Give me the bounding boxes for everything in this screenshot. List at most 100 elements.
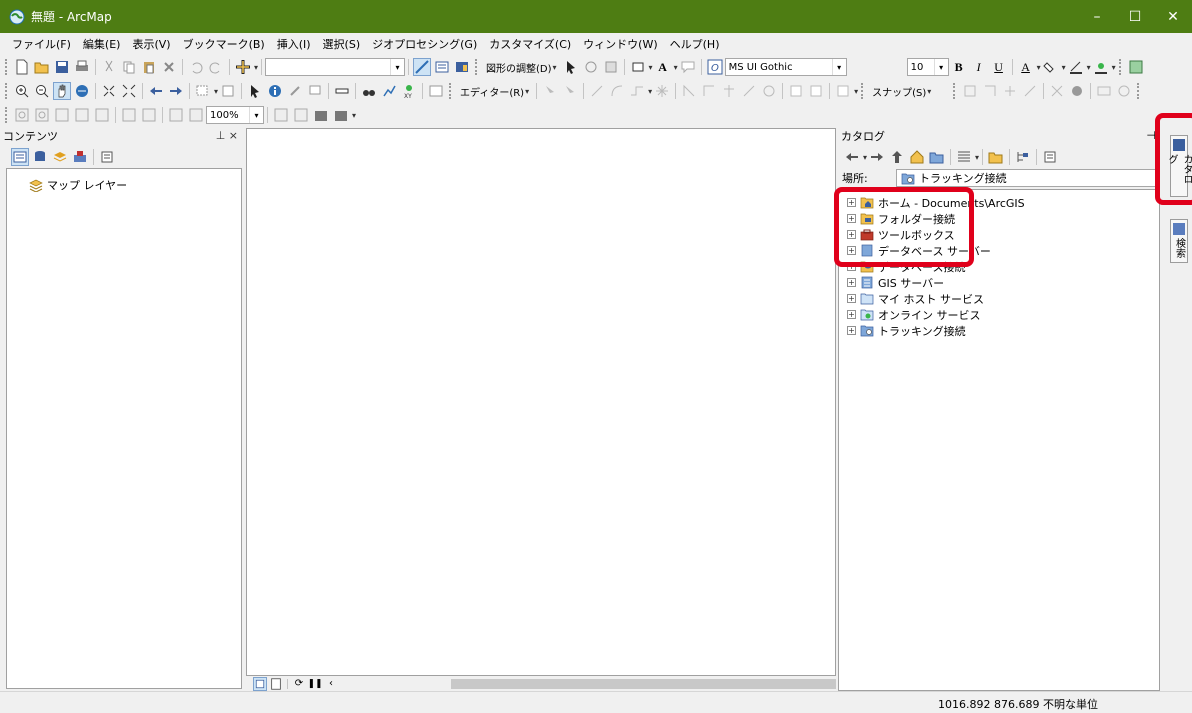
- map-horizontal-scrollbar[interactable]: [451, 679, 836, 689]
- callout-icon[interactable]: [679, 58, 697, 76]
- map-display[interactable]: [246, 128, 836, 676]
- menu-edit[interactable]: 編集(E): [77, 36, 127, 52]
- add-data-dropdown-icon[interactable]: ▾: [254, 63, 258, 72]
- cut-icon[interactable]: [100, 58, 118, 76]
- go-forward-icon[interactable]: [167, 82, 185, 100]
- edit-vertices-icon[interactable]: [680, 82, 698, 100]
- toolbar-grip[interactable]: [861, 83, 865, 99]
- toolbar-grip[interactable]: [5, 107, 9, 123]
- tree-item-hosted-services[interactable]: + マイ ホスト サービス: [847, 291, 984, 306]
- map-scale-combo[interactable]: ▾: [265, 58, 406, 76]
- menu-geoprocessing[interactable]: ジオプロセシング(G): [366, 36, 483, 52]
- full-extent-icon[interactable]: [73, 82, 91, 100]
- toc-pin-icon[interactable]: ⊥: [216, 129, 226, 142]
- vertex-snapping-icon[interactable]: [1001, 82, 1019, 100]
- layout-fixed-zoom-in-icon[interactable]: [120, 106, 138, 124]
- select-elements-icon[interactable]: [562, 58, 580, 76]
- list-by-selection-icon[interactable]: [71, 148, 89, 166]
- toolbar-grip[interactable]: [1118, 59, 1123, 75]
- hyperlink-icon[interactable]: [286, 82, 304, 100]
- map-scroll-thumb[interactable]: [451, 679, 836, 689]
- layout-back-extent-icon[interactable]: [167, 106, 185, 124]
- new-text-icon[interactable]: A: [654, 58, 672, 76]
- editor-menu[interactable]: エディター(R) ▾: [456, 82, 533, 100]
- layout-pan-icon[interactable]: [53, 106, 71, 124]
- catalog-views-icon[interactable]: [955, 148, 973, 166]
- select-features-icon[interactable]: [194, 82, 212, 100]
- edge-snapping-icon[interactable]: [1021, 82, 1039, 100]
- intersection-snapping-icon[interactable]: [1048, 82, 1066, 100]
- maximize-button[interactable]: ☐: [1116, 0, 1154, 33]
- zoom-out-icon[interactable]: [33, 82, 51, 100]
- scroll-left-icon[interactable]: ‹: [324, 677, 338, 691]
- toolbar-grip[interactable]: [449, 83, 453, 99]
- toolbar-grip[interactable]: [1137, 83, 1141, 99]
- layout-zoom-100-icon[interactable]: [93, 106, 111, 124]
- underline-button[interactable]: U: [990, 58, 1008, 76]
- menu-view[interactable]: 表示(V): [126, 36, 176, 52]
- fixed-zoom-out-icon[interactable]: [120, 82, 138, 100]
- find-binoculars-icon[interactable]: [360, 82, 378, 100]
- catalog-toggle-tree-icon[interactable]: [1014, 148, 1032, 166]
- bold-button[interactable]: B: [950, 58, 968, 76]
- minimize-button[interactable]: –: [1078, 0, 1116, 33]
- toggle-draft-mode-icon[interactable]: [272, 106, 290, 124]
- font-color-button[interactable]: A: [1017, 58, 1035, 76]
- expand-icon[interactable]: +: [847, 326, 856, 335]
- table-of-contents-icon[interactable]: [433, 58, 451, 76]
- fixed-zoom-in-icon[interactable]: [100, 82, 118, 100]
- open-folder-icon[interactable]: [33, 58, 51, 76]
- create-features-icon[interactable]: [834, 82, 852, 100]
- location-input[interactable]: トラッキング接続: [896, 169, 1158, 187]
- layout-forward-extent-icon[interactable]: [187, 106, 205, 124]
- refresh-icon[interactable]: ⟳: [292, 677, 306, 691]
- tree-item-gis-servers[interactable]: + GIS サーバー: [847, 275, 944, 290]
- layout-zoom-in-icon[interactable]: [13, 106, 31, 124]
- redo-icon[interactable]: [207, 58, 225, 76]
- geoprocessing-icon[interactable]: [1127, 58, 1145, 76]
- toolbar-grip[interactable]: [5, 59, 9, 75]
- layout-view-icon[interactable]: [269, 677, 283, 691]
- point-snapping-icon[interactable]: [961, 82, 979, 100]
- edit-tool-icon[interactable]: [541, 82, 559, 100]
- add-data-icon[interactable]: [234, 58, 252, 76]
- endpoint-arc-icon[interactable]: [608, 82, 626, 100]
- menu-selection[interactable]: 選択(S): [317, 36, 367, 52]
- line-color-icon[interactable]: [1067, 58, 1085, 76]
- font-name-combo[interactable]: MS UI Gothic ▾: [724, 58, 847, 76]
- menu-file[interactable]: ファイル(F): [6, 36, 77, 52]
- focus-data-frame-icon[interactable]: [292, 106, 310, 124]
- clear-selection-icon[interactable]: [219, 82, 237, 100]
- pan-hand-icon[interactable]: [53, 82, 71, 100]
- expand-icon[interactable]: +: [847, 294, 856, 303]
- create-viewer-icon[interactable]: [1095, 82, 1113, 100]
- save-icon[interactable]: [53, 58, 71, 76]
- catalog-forward-icon[interactable]: [868, 148, 886, 166]
- drawing-menu[interactable]: 図形の調整(D) ▾: [482, 58, 561, 76]
- sketch-properties-icon[interactable]: [807, 82, 825, 100]
- trace-icon[interactable]: [628, 82, 646, 100]
- menu-windows[interactable]: ウィンドウ(W): [577, 36, 663, 52]
- snapping-menu[interactable]: スナップ(S) ▾: [868, 82, 935, 100]
- zoom-in-icon[interactable]: [13, 82, 31, 100]
- toolbar-grip[interactable]: [5, 83, 9, 99]
- catalog-connect-folder-icon[interactable]: [928, 148, 946, 166]
- toc-close-icon[interactable]: ×: [229, 129, 238, 142]
- list-by-source-icon[interactable]: [31, 148, 49, 166]
- catalog-new-folder-icon[interactable]: [987, 148, 1005, 166]
- font-size-combo[interactable]: 10 ▾: [906, 58, 949, 76]
- measure-icon[interactable]: [333, 82, 351, 100]
- toolbar-grip[interactable]: [475, 59, 479, 75]
- rectangle-icon[interactable]: [629, 58, 647, 76]
- cut-polygons-icon[interactable]: [720, 82, 738, 100]
- toc-options-icon[interactable]: [98, 148, 116, 166]
- paste-icon[interactable]: [140, 58, 158, 76]
- list-by-drawing-order-icon[interactable]: [11, 148, 29, 166]
- close-button[interactable]: ✕: [1154, 0, 1192, 33]
- layer-item[interactable]: マップ レイヤー: [29, 177, 127, 193]
- tree-item-tracking-connections[interactable]: + トラッキング接続: [847, 323, 966, 338]
- expand-icon[interactable]: +: [847, 278, 856, 287]
- layout-zoom-out-icon[interactable]: [33, 106, 51, 124]
- straight-segment-icon[interactable]: [588, 82, 606, 100]
- menu-bookmarks[interactable]: ブックマーク(B): [177, 36, 271, 52]
